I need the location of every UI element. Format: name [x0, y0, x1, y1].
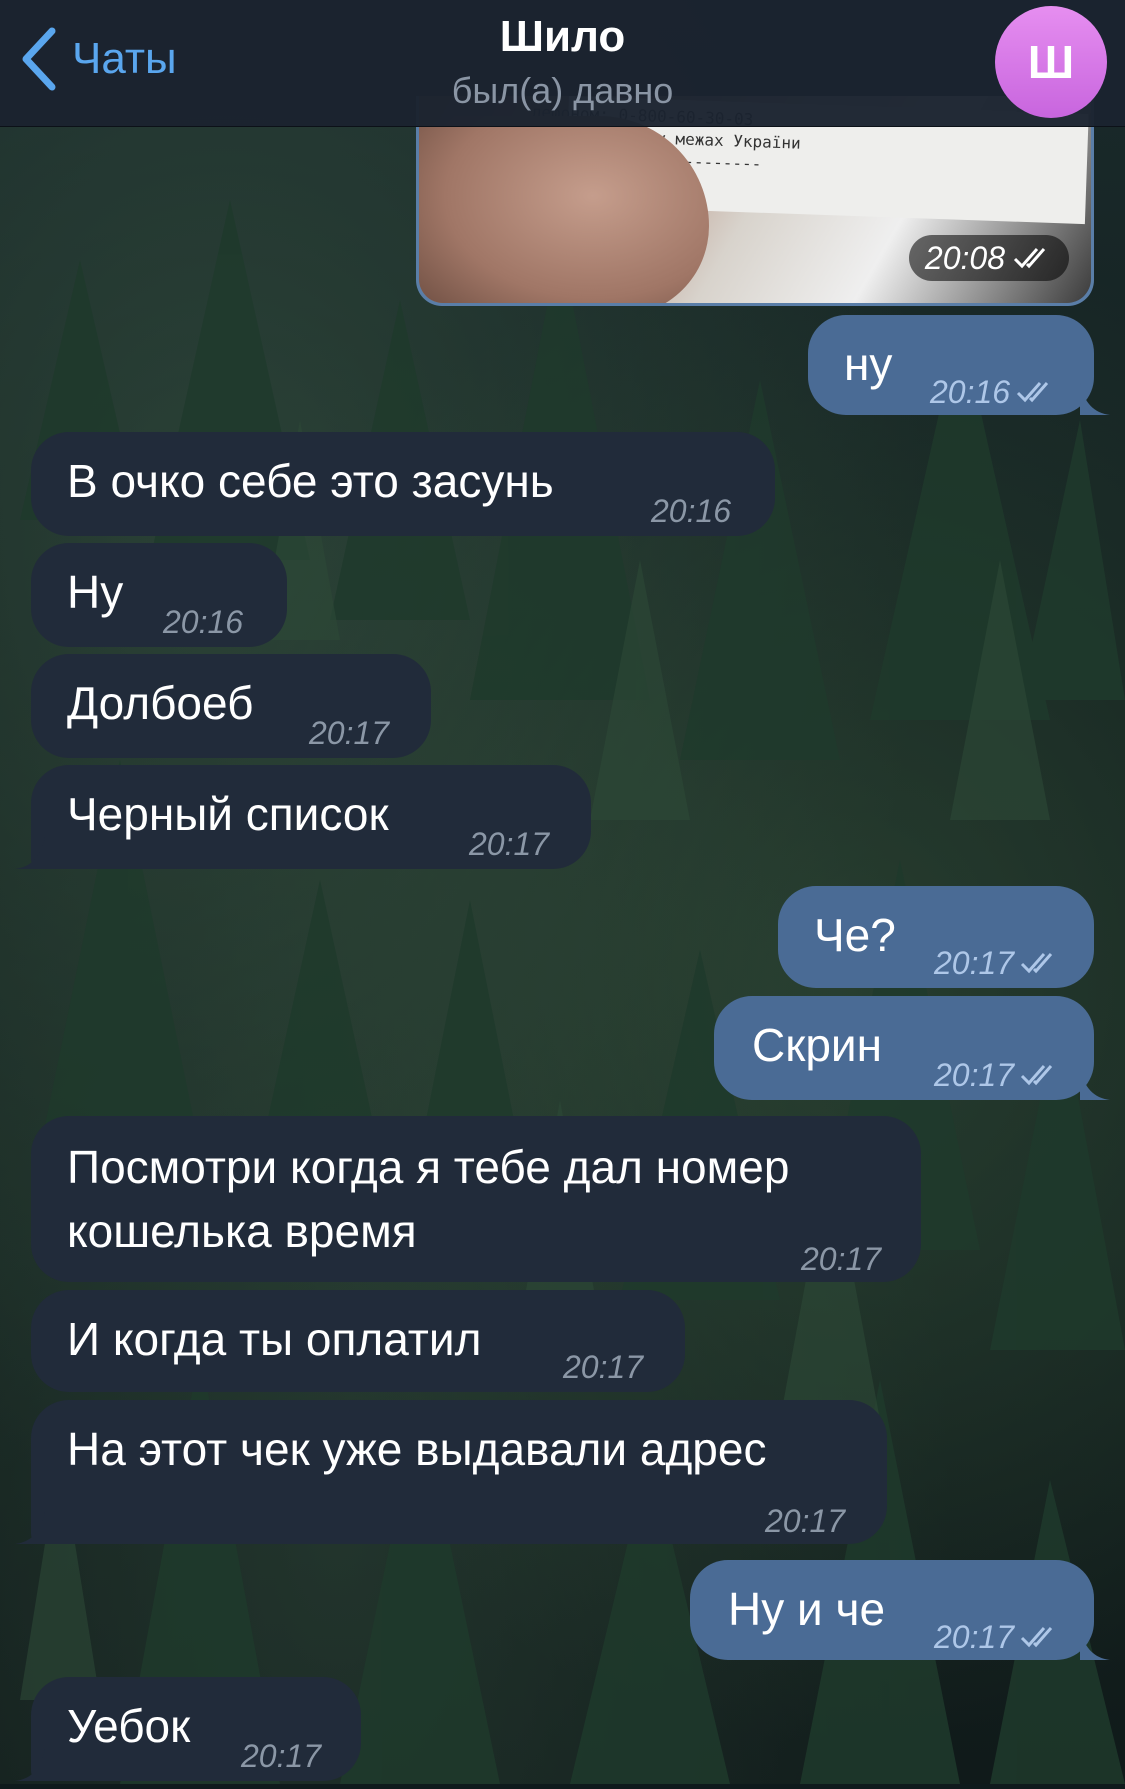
chat-title: Шило	[499, 12, 626, 61]
incoming-message[interactable]: В очко себе это засунь 20:16	[31, 432, 775, 536]
message-timestamp: 20:16	[163, 589, 243, 655]
message-timestamp: 20:17	[801, 1226, 881, 1292]
message-text: ну	[844, 338, 893, 390]
bubble-tail	[1080, 1628, 1110, 1660]
message-time: 20:17	[934, 945, 1015, 981]
message-time: 20:16	[930, 374, 1011, 410]
message-text: На этот чек уже выдавали адрес	[67, 1423, 767, 1475]
message-time: 20:17	[241, 1738, 322, 1774]
message-timestamp: 20:17	[469, 811, 549, 877]
message-timestamp: 20:17	[309, 700, 389, 766]
bubble-tail	[1080, 1068, 1110, 1100]
message-timestamp: 20:17	[765, 1488, 845, 1554]
receipt-photo[interactable]: лефоном: 0-800-60-30-03 безкоштовний у м…	[419, 96, 1091, 303]
message-text: Че?	[814, 909, 896, 961]
read-checkmarks-icon	[1021, 1627, 1053, 1648]
message-time: 20:17	[934, 1057, 1015, 1093]
incoming-message[interactable]: Долбоеб 20:17	[31, 654, 431, 758]
message-time: 20:17	[934, 1619, 1015, 1655]
read-checkmarks-icon	[1021, 953, 1053, 974]
bubble-tail	[1080, 383, 1110, 415]
message-text-line2: кошелька время	[67, 1205, 417, 1257]
message-timestamp: 20:17	[563, 1334, 643, 1400]
message-time: 20:17	[765, 1503, 846, 1539]
message-text-line1: Посмотри когда я тебе дал номер	[67, 1141, 790, 1193]
message-time: 20:17	[801, 1241, 882, 1277]
avatar-letter: Ш	[1027, 36, 1075, 88]
message-text: Уебок	[67, 1700, 191, 1752]
outgoing-message[interactable]: Че? 20:17	[778, 886, 1094, 988]
incoming-message[interactable]: Посмотри когда я тебе дал номер кошелька…	[31, 1116, 921, 1282]
message-timestamp: 20:16	[930, 359, 1056, 425]
finger-image	[419, 116, 709, 303]
bubble-tail	[15, 1512, 45, 1544]
message-time: 20:17	[469, 826, 550, 862]
outgoing-message[interactable]: ну 20:16	[808, 315, 1110, 415]
message-timestamp: 20:17	[934, 1042, 1060, 1108]
message-time: 20:16	[651, 493, 732, 529]
message-text: Ну и че	[728, 1583, 886, 1635]
bubble-tail	[15, 837, 45, 869]
photo-timestamp: 20:08	[908, 235, 1069, 281]
read-checkmarks-icon	[1013, 248, 1046, 269]
read-checkmarks-icon	[1017, 382, 1049, 403]
message-timestamp: 20:17	[934, 1604, 1060, 1670]
incoming-message[interactable]: Уебок 20:17	[15, 1677, 361, 1781]
read-checkmarks-icon	[1021, 1065, 1053, 1086]
message-time: 20:16	[163, 604, 244, 640]
message-text: Долбоеб	[67, 677, 254, 729]
message-text: В очко себе это засунь	[67, 455, 554, 507]
chat-title-area[interactable]: Шило был(а) давно	[0, 12, 1125, 112]
message-text: Ну	[67, 566, 124, 618]
message-timestamp: 20:17	[934, 930, 1060, 996]
avatar[interactable]: Ш	[995, 6, 1107, 118]
photo-message[interactable]: лефоном: 0-800-60-30-03 безкоштовний у м…	[416, 96, 1094, 306]
last-seen-status: был(а) давно	[451, 70, 674, 111]
incoming-message[interactable]: Черный список 20:17	[15, 765, 591, 869]
message-text: Черный список	[67, 788, 389, 840]
bubble-tail	[15, 1749, 45, 1781]
incoming-message[interactable]: Ну 20:16	[31, 543, 287, 647]
message-timestamp: 20:16	[651, 478, 731, 544]
outgoing-message[interactable]: Ну и че 20:17	[690, 1560, 1110, 1660]
outgoing-message[interactable]: Скрин 20:17	[714, 996, 1110, 1100]
message-time: 20:17	[309, 715, 390, 751]
message-time: 20:17	[563, 1349, 644, 1385]
chat-header: Чаты Шило был(а) давно Ш	[0, 0, 1125, 127]
message-text: И когда ты оплатил	[67, 1313, 482, 1365]
message-timestamp: 20:17	[241, 1723, 321, 1789]
message-time: 20:08	[924, 239, 1005, 276]
message-text: Скрин	[752, 1019, 883, 1071]
incoming-message[interactable]: На этот чек уже выдавали адрес 20:17	[15, 1400, 887, 1544]
incoming-message[interactable]: И когда ты оплатил 20:17	[31, 1290, 685, 1392]
